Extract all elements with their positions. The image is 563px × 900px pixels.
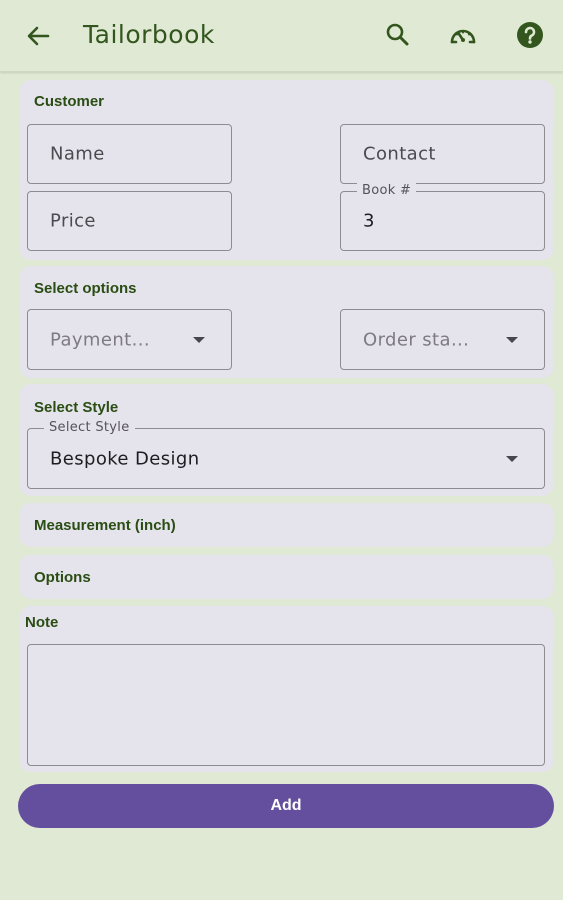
payment-dropdown[interactable]: Payment...	[27, 309, 232, 370]
note-card: Note	[19, 606, 554, 772]
add-button[interactable]: Add	[18, 784, 554, 828]
measurement-section[interactable]: Measurement (inch)	[19, 503, 554, 547]
contact-placeholder: Contact	[363, 143, 436, 165]
book-number-label: Book #	[357, 183, 417, 198]
price-field[interactable]: Price	[27, 191, 232, 251]
payment-placeholder: Payment...	[50, 329, 150, 350]
price-placeholder: Price	[50, 210, 96, 232]
chevron-down-icon	[506, 455, 518, 462]
options-heading: Options	[34, 569, 91, 586]
measurement-heading: Measurement (inch)	[34, 517, 176, 534]
style-selected-value: Bespoke Design	[50, 448, 200, 469]
back-arrow-icon[interactable]	[24, 22, 52, 50]
customer-card: Customer Name Contact Price Book # 3	[19, 80, 554, 260]
app-title: Tailorbook	[83, 20, 215, 49]
select-style-card: Select Style Select Style Bespoke Design	[19, 384, 554, 496]
name-field[interactable]: Name	[27, 124, 232, 184]
style-field-label: Select Style	[44, 420, 135, 435]
select-options-card: Select options Payment... Order sta...	[19, 266, 554, 378]
book-number-field[interactable]: Book # 3	[340, 183, 545, 251]
contact-field[interactable]: Contact	[340, 124, 545, 184]
search-icon[interactable]	[382, 20, 412, 50]
select-options-heading: Select options	[34, 280, 137, 297]
book-number-value: 3	[363, 210, 375, 232]
app-bar: Tailorbook	[0, 0, 563, 72]
speedometer-icon[interactable]	[448, 20, 478, 50]
options-section[interactable]: Options	[19, 555, 554, 599]
note-textarea[interactable]	[27, 644, 545, 766]
style-dropdown[interactable]: Select Style Bespoke Design	[27, 420, 545, 489]
note-heading: Note	[25, 614, 59, 631]
chevron-down-icon	[193, 336, 205, 343]
help-icon[interactable]	[515, 20, 545, 50]
order-status-placeholder: Order sta...	[363, 329, 470, 350]
select-style-heading: Select Style	[34, 399, 119, 416]
customer-heading: Customer	[34, 93, 105, 110]
chevron-down-icon	[506, 336, 518, 343]
name-placeholder: Name	[50, 143, 105, 165]
order-status-dropdown[interactable]: Order sta...	[340, 309, 545, 370]
